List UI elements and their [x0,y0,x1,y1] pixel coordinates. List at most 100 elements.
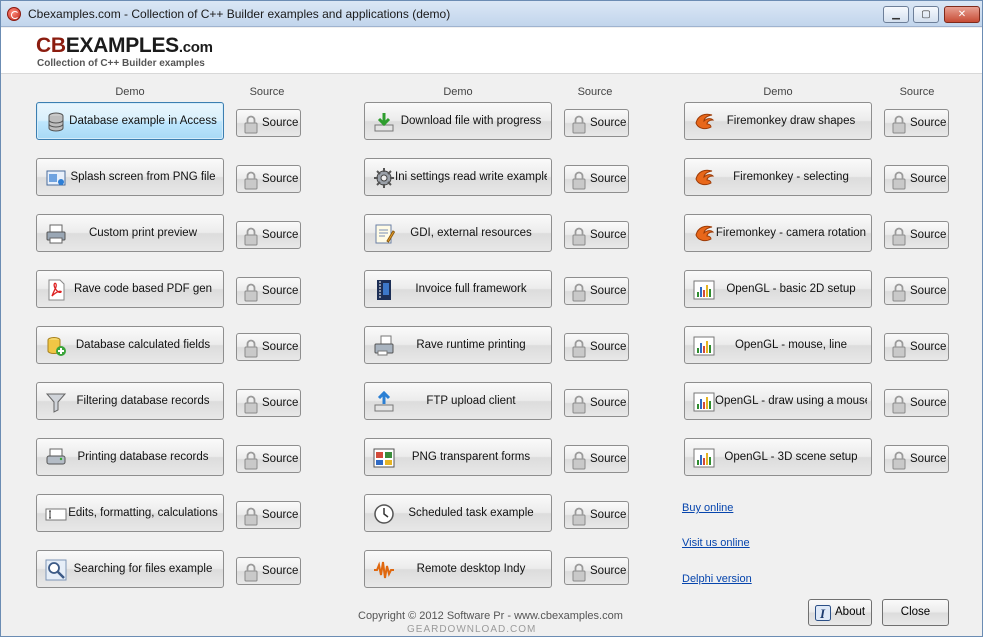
source-button[interactable]: Source [236,221,301,249]
demo-button[interactable]: Searching for files example [36,550,224,588]
source-button-label: Source [590,117,627,129]
lock-icon [244,395,258,414]
source-button[interactable]: Source [564,109,629,137]
demo-button[interactable]: FTP upload client [364,382,552,420]
source-button-label: Source [590,565,627,577]
demo-button[interactable]: Database example in Access [36,102,224,140]
buy-online-link[interactable]: Buy online [682,502,733,514]
app-logo-icon[interactable] [7,7,21,21]
source-button-label: Source [910,453,947,465]
demo-button[interactable]: OpenGL - basic 2D setup [684,270,872,308]
demo-button[interactable]: Database calculated fields [36,326,224,364]
demo-button[interactable]: OpenGL - mouse, line [684,326,872,364]
opengl-chart-icon [693,280,715,300]
source-button[interactable]: Source [884,221,949,249]
source-button[interactable]: Source [564,333,629,361]
source-button-label: Source [910,341,947,353]
source-button[interactable]: Source [236,445,301,473]
brand-subtitle: Collection of C++ Builder examples [37,58,205,69]
demo-button[interactable]: Firemonkey - selecting [684,158,872,196]
close-button[interactable]: Close [882,599,949,626]
window-close-button[interactable]: ✕ [944,6,980,23]
lock-icon [892,339,906,358]
source-button-label: Source [910,117,947,129]
source-button[interactable]: Source [564,165,629,193]
demo-button[interactable]: Firemonkey draw shapes [684,102,872,140]
lock-icon [892,227,906,246]
demo-button-label: Ini settings read write example [395,171,547,183]
lock-icon [572,171,586,190]
lock-icon [244,339,258,358]
source-button[interactable]: Source [236,333,301,361]
lock-icon [244,171,258,190]
filter-icon [45,393,67,413]
source-button[interactable]: Source [884,109,949,137]
gear-icon [374,168,394,188]
logo-examples: EXAMPLES [65,34,179,57]
demo-button[interactable]: Splash screen from PNG file [36,158,224,196]
demo-button-label: OpenGL - mouse, line [734,339,848,351]
demo-button[interactable]: OpenGL - 3D scene setup [684,438,872,476]
source-button[interactable]: Source [236,557,301,585]
source-button[interactable]: Source [236,389,301,417]
demo-button[interactable]: GDI, external resources [364,214,552,252]
lock-icon [572,283,586,302]
lock-icon [892,115,906,134]
demo-button[interactable]: Custom print preview [36,214,224,252]
demo-button[interactable]: Firemonkey - camera rotation [684,214,872,252]
lock-icon [892,451,906,470]
column-header-demo-3: Demo [763,86,793,98]
demo-button[interactable]: Printing database records [36,438,224,476]
demo-button[interactable]: Edits, formatting, calculations [36,494,224,532]
source-button-label: Source [590,341,627,353]
source-button[interactable]: Source [564,501,629,529]
source-button[interactable]: Source [884,333,949,361]
demo-button[interactable]: Remote desktop Indy [364,550,552,588]
film-icon [377,280,391,300]
source-button[interactable]: Source [236,277,301,305]
demo-button[interactable]: Filtering database records [36,382,224,420]
maximize-button[interactable]: ▢ [913,6,939,23]
about-button[interactable]: I About [808,599,872,626]
source-button[interactable]: Source [884,165,949,193]
demo-button[interactable]: Invoice full framework [364,270,552,308]
demo-button-label: Firemonkey draw shapes [726,115,856,127]
source-button[interactable]: Source [236,165,301,193]
source-button-label: Source [262,509,299,521]
demo-button[interactable]: PNG transparent forms [364,438,552,476]
title-bar[interactable]: Cbexamples.com - Collection of C++ Build… [1,1,982,27]
opengl-chart-icon [693,392,715,412]
source-button[interactable]: Source [884,389,949,417]
clock-icon [374,504,394,524]
source-button[interactable]: Source [236,501,301,529]
source-button[interactable]: Source [564,445,629,473]
opengl-chart-icon [693,448,715,468]
delphi-version-link[interactable]: Delphi version [682,573,752,585]
demo-button[interactable]: Rave code based PDF gen [36,270,224,308]
demo-button-label: Remote desktop Indy [416,563,526,575]
demo-button-label: Filtering database records [76,395,210,407]
source-button[interactable]: Source [564,221,629,249]
about-label: About [835,606,866,618]
demo-button[interactable]: Scheduled task example [364,494,552,532]
source-button[interactable]: Source [884,277,949,305]
source-button[interactable]: Source [564,557,629,585]
source-button[interactable]: Source [564,277,629,305]
source-button[interactable]: Source [236,109,301,137]
demo-button[interactable]: Ini settings read write example [364,158,552,196]
splash-screen-icon [46,170,66,186]
demo-button[interactable]: Download file with progress [364,102,552,140]
logo-cb: CB [36,34,66,57]
lock-icon [892,283,906,302]
info-icon: I [815,605,831,621]
source-button[interactable]: Source [884,445,949,473]
source-button[interactable]: Source [564,389,629,417]
demo-button[interactable]: Rave runtime printing [364,326,552,364]
forms-icon [373,448,395,468]
visit-us-online-link[interactable]: Visit us online [682,537,750,549]
demo-button-label: Searching for files example [73,563,213,575]
lock-icon [572,563,586,582]
firemonkey-icon [695,169,715,186]
demo-button[interactable]: OpenGL - draw using a mouse [684,382,872,420]
minimize-button[interactable]: ▁ [883,6,909,23]
